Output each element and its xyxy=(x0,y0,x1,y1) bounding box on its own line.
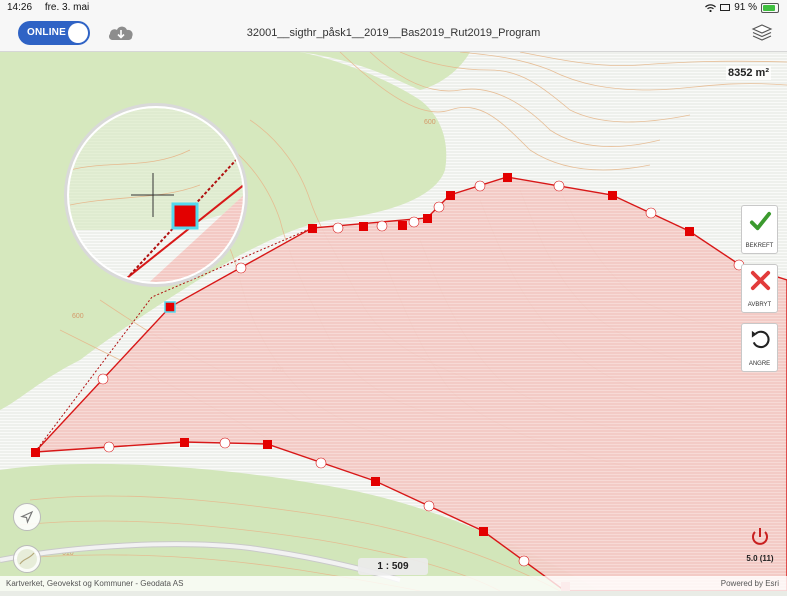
contour-label: 600 xyxy=(72,313,84,320)
contour-label: 600 xyxy=(424,119,436,126)
close-icon xyxy=(750,270,771,291)
compass-button[interactable] xyxy=(13,545,41,573)
lens-selected-vertex xyxy=(171,202,199,230)
map-view[interactable]: 600 600 600 610 xyxy=(0,51,787,592)
locate-button[interactable] xyxy=(13,503,41,531)
attribution-bar: Kartverket, Geovekst og Kommuner - Geoda… xyxy=(0,576,787,591)
checkmark-icon xyxy=(749,211,772,231)
status-date: fre. 3. mai xyxy=(44,2,90,13)
status-bar: 14:26 fre. 3. mai 91 % xyxy=(0,0,787,15)
powered-by-esri[interactable]: Powered by Esri xyxy=(721,579,779,588)
battery-icon xyxy=(761,2,779,13)
gps-accuracy: 5.0 (11) xyxy=(746,554,774,563)
toolbar: ONLINE 32001__sigthr_påsk1__2019__Bas201… xyxy=(0,15,787,52)
gps-pin-icon xyxy=(752,528,768,545)
confirm-button[interactable]: BEKREFT xyxy=(741,205,778,254)
cancel-button[interactable]: AVBRYT xyxy=(741,264,778,313)
gps-indicator: 5.0 (11) xyxy=(742,526,778,563)
status-time: 14:26 xyxy=(7,2,33,13)
location-arrow-icon xyxy=(20,510,34,524)
map-compass-icon xyxy=(17,549,37,569)
screen-mirror-icon xyxy=(720,3,731,11)
battery-percent: 91 % xyxy=(734,2,757,13)
area-measurement: 8352 m² xyxy=(726,66,771,80)
project-title: 32001__sigthr_påsk1__2019__Bas2019_Rut20… xyxy=(246,27,541,39)
undo-label: ANGRE xyxy=(748,361,771,367)
undo-button[interactable]: ANGRE xyxy=(741,323,778,372)
map-scale: 1 : 509 xyxy=(358,558,428,575)
confirm-label: BEKREFT xyxy=(745,243,774,249)
cancel-label: AVBRYT xyxy=(747,302,772,308)
map-attribution: Kartverket, Geovekst og Kommuner - Geoda… xyxy=(6,579,184,588)
selected-vertex xyxy=(164,301,176,313)
undo-icon xyxy=(751,330,770,349)
layers-icon[interactable] xyxy=(751,23,773,43)
wifi-icon xyxy=(705,3,717,12)
